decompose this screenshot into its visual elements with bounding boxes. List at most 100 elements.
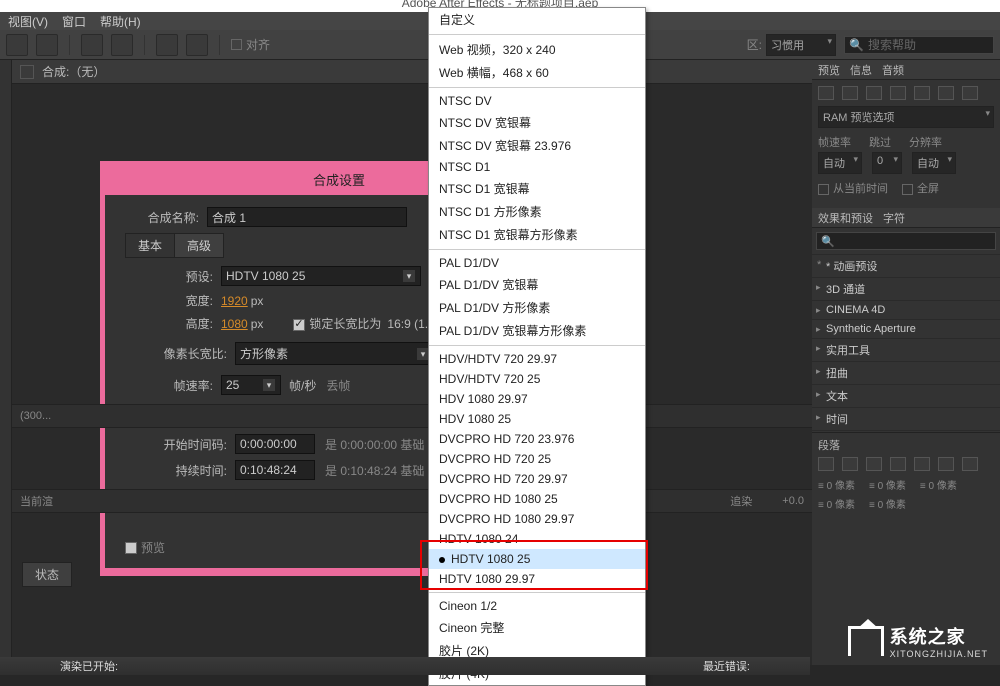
- align-right-icon[interactable]: [866, 457, 882, 471]
- tab-character[interactable]: 字符: [883, 210, 905, 226]
- search-help-input[interactable]: 🔍搜索帮助: [844, 36, 994, 54]
- preset-option[interactable]: HDTV 1080 24: [429, 529, 645, 549]
- status-tab[interactable]: 状态: [22, 562, 72, 587]
- preset-option[interactable]: Web 视频，320 x 240: [429, 38, 645, 61]
- preset-option[interactable]: DVCPRO HD 720 25: [429, 449, 645, 469]
- align-center-icon[interactable]: [842, 457, 858, 471]
- preset-option[interactable]: PAL D1/DV 宽银幕: [429, 273, 645, 296]
- effects-category[interactable]: 文本: [812, 384, 1000, 407]
- preset-option[interactable]: NTSC DV: [429, 91, 645, 111]
- preview-checkbox[interactable]: [125, 542, 137, 554]
- preset-option[interactable]: DVCPRO HD 720 23.976: [429, 429, 645, 449]
- ram-preview-dropdown[interactable]: RAM 预览选项: [818, 106, 994, 128]
- framerate-label: 帧速率:: [155, 377, 213, 394]
- tab-effects[interactable]: 效果和预设: [818, 210, 873, 226]
- effects-category[interactable]: 时间: [812, 407, 1000, 430]
- preset-option[interactable]: HDV 1080 29.97: [429, 389, 645, 409]
- tool-shape[interactable]: [186, 34, 208, 56]
- height-value[interactable]: 1080: [221, 317, 248, 331]
- effects-category[interactable]: Synthetic Aperture: [812, 319, 1000, 338]
- pv-skip-dropdown[interactable]: 0: [872, 152, 902, 174]
- audio-icon[interactable]: [938, 86, 954, 100]
- pv-framerate-dropdown[interactable]: 自动: [818, 152, 862, 174]
- justify-center-icon[interactable]: [914, 457, 930, 471]
- preset-option[interactable]: DVCPRO HD 720 29.97: [429, 469, 645, 489]
- effects-category[interactable]: 实用工具: [812, 338, 1000, 361]
- justify-all-icon[interactable]: [962, 457, 978, 471]
- preset-option[interactable]: DVCPRO HD 1080 29.97: [429, 509, 645, 529]
- menu-view[interactable]: 视图(V): [8, 13, 48, 30]
- next-frame-icon[interactable]: [890, 86, 906, 100]
- comp-name-input[interactable]: [207, 207, 407, 227]
- width-value[interactable]: 1920: [221, 294, 248, 308]
- duration-input[interactable]: [235, 460, 315, 480]
- tool-camera[interactable]: [111, 34, 133, 56]
- preset-option[interactable]: 自定义: [429, 8, 645, 31]
- space-before[interactable]: ≡ 0 像素: [818, 496, 855, 511]
- menu-help[interactable]: 帮助(H): [100, 13, 141, 30]
- effects-category[interactable]: * 动画预设: [812, 254, 1000, 277]
- indent-first[interactable]: ≡ 0 像素: [869, 477, 906, 492]
- comp-name-label: 合成名称:: [125, 209, 199, 226]
- pv-skip-label: 跳过: [869, 134, 891, 150]
- duration-desc: 是 0:10:48:24 基础 25: [325, 462, 441, 479]
- preset-option[interactable]: Cineon 1/2: [429, 596, 645, 616]
- preset-option[interactable]: NTSC DV 宽银幕 23.976: [429, 134, 645, 157]
- preset-option[interactable]: HDV/HDTV 720 25: [429, 369, 645, 389]
- tool-anchor[interactable]: [156, 34, 178, 56]
- align-left-icon[interactable]: [818, 457, 834, 471]
- indent-right[interactable]: ≡ 0 像素: [920, 477, 957, 492]
- start-timecode-input[interactable]: [235, 434, 315, 454]
- preset-option[interactable]: HDV 1080 25: [429, 409, 645, 429]
- justify-left-icon[interactable]: [890, 457, 906, 471]
- tab-info[interactable]: 信息: [850, 62, 872, 78]
- preset-option[interactable]: NTSC D1 宽银幕方形像素: [429, 223, 645, 246]
- pv-res-dropdown[interactable]: 自动: [912, 152, 956, 174]
- effects-category[interactable]: 3D 通道: [812, 277, 1000, 300]
- preset-option[interactable]: HDTV 1080 25: [429, 549, 645, 569]
- fullscreen-checkbox[interactable]: [902, 184, 913, 195]
- preset-option[interactable]: PAL D1/DV: [429, 253, 645, 273]
- render-current: 当前渲: [20, 493, 53, 509]
- lock-aspect-checkbox[interactable]: [293, 319, 305, 331]
- tab-paragraph[interactable]: 段落: [818, 437, 840, 453]
- pixel-aspect-dropdown[interactable]: 方形像素▾: [235, 342, 435, 365]
- play-icon[interactable]: [866, 86, 882, 100]
- tool-selection[interactable]: [6, 34, 28, 56]
- menu-window[interactable]: 窗口: [62, 13, 86, 30]
- space-after[interactable]: ≡ 0 像素: [869, 496, 906, 511]
- tool-hand[interactable]: [36, 34, 58, 56]
- preset-dropdown[interactable]: HDTV 1080 25▾: [221, 266, 421, 286]
- tab-audio[interactable]: 音频: [882, 62, 904, 78]
- preset-option[interactable]: PAL D1/DV 宽银幕方形像素: [429, 319, 645, 342]
- preset-option[interactable]: HDV/HDTV 720 29.97: [429, 349, 645, 369]
- preset-option[interactable]: Cineon 完整: [429, 616, 645, 639]
- justify-right-icon[interactable]: [938, 457, 954, 471]
- preset-option[interactable]: NTSC DV 宽银幕: [429, 111, 645, 134]
- goto-end-icon[interactable]: [914, 86, 930, 100]
- from-current-checkbox[interactable]: [818, 184, 829, 195]
- effects-category[interactable]: 扭曲: [812, 361, 1000, 384]
- indent-left[interactable]: ≡ 0 像素: [818, 477, 855, 492]
- effects-search-input[interactable]: 🔍: [816, 232, 996, 250]
- search-icon: 🔍: [849, 38, 864, 52]
- preset-option[interactable]: NTSC D1 宽银幕: [429, 177, 645, 200]
- tab-preview[interactable]: 预览: [818, 62, 840, 78]
- tool-rotate[interactable]: [81, 34, 103, 56]
- tab-basic[interactable]: 基本: [125, 233, 175, 258]
- snap-checkbox[interactable]: [231, 39, 242, 50]
- preset-option[interactable]: Web 横幅，468 x 60: [429, 61, 645, 84]
- preset-option[interactable]: DVCPRO HD 1080 25: [429, 489, 645, 509]
- preset-option[interactable]: PAL D1/DV 方形像素: [429, 296, 645, 319]
- preset-option[interactable]: NTSC D1 方形像素: [429, 200, 645, 223]
- effects-category[interactable]: CINEMA 4D: [812, 300, 1000, 319]
- loop-icon[interactable]: [962, 86, 978, 100]
- tab-advanced[interactable]: 高级: [174, 233, 224, 258]
- prev-frame-icon[interactable]: [842, 86, 858, 100]
- workspace-dropdown[interactable]: 习惯用: [766, 34, 836, 56]
- goto-start-icon[interactable]: [818, 86, 834, 100]
- framerate-dropdown[interactable]: 25▾: [221, 375, 281, 395]
- preset-option[interactable]: HDTV 1080 29.97: [429, 569, 645, 589]
- preset-option[interactable]: NTSC D1: [429, 157, 645, 177]
- panel-menu-icon[interactable]: [20, 65, 34, 79]
